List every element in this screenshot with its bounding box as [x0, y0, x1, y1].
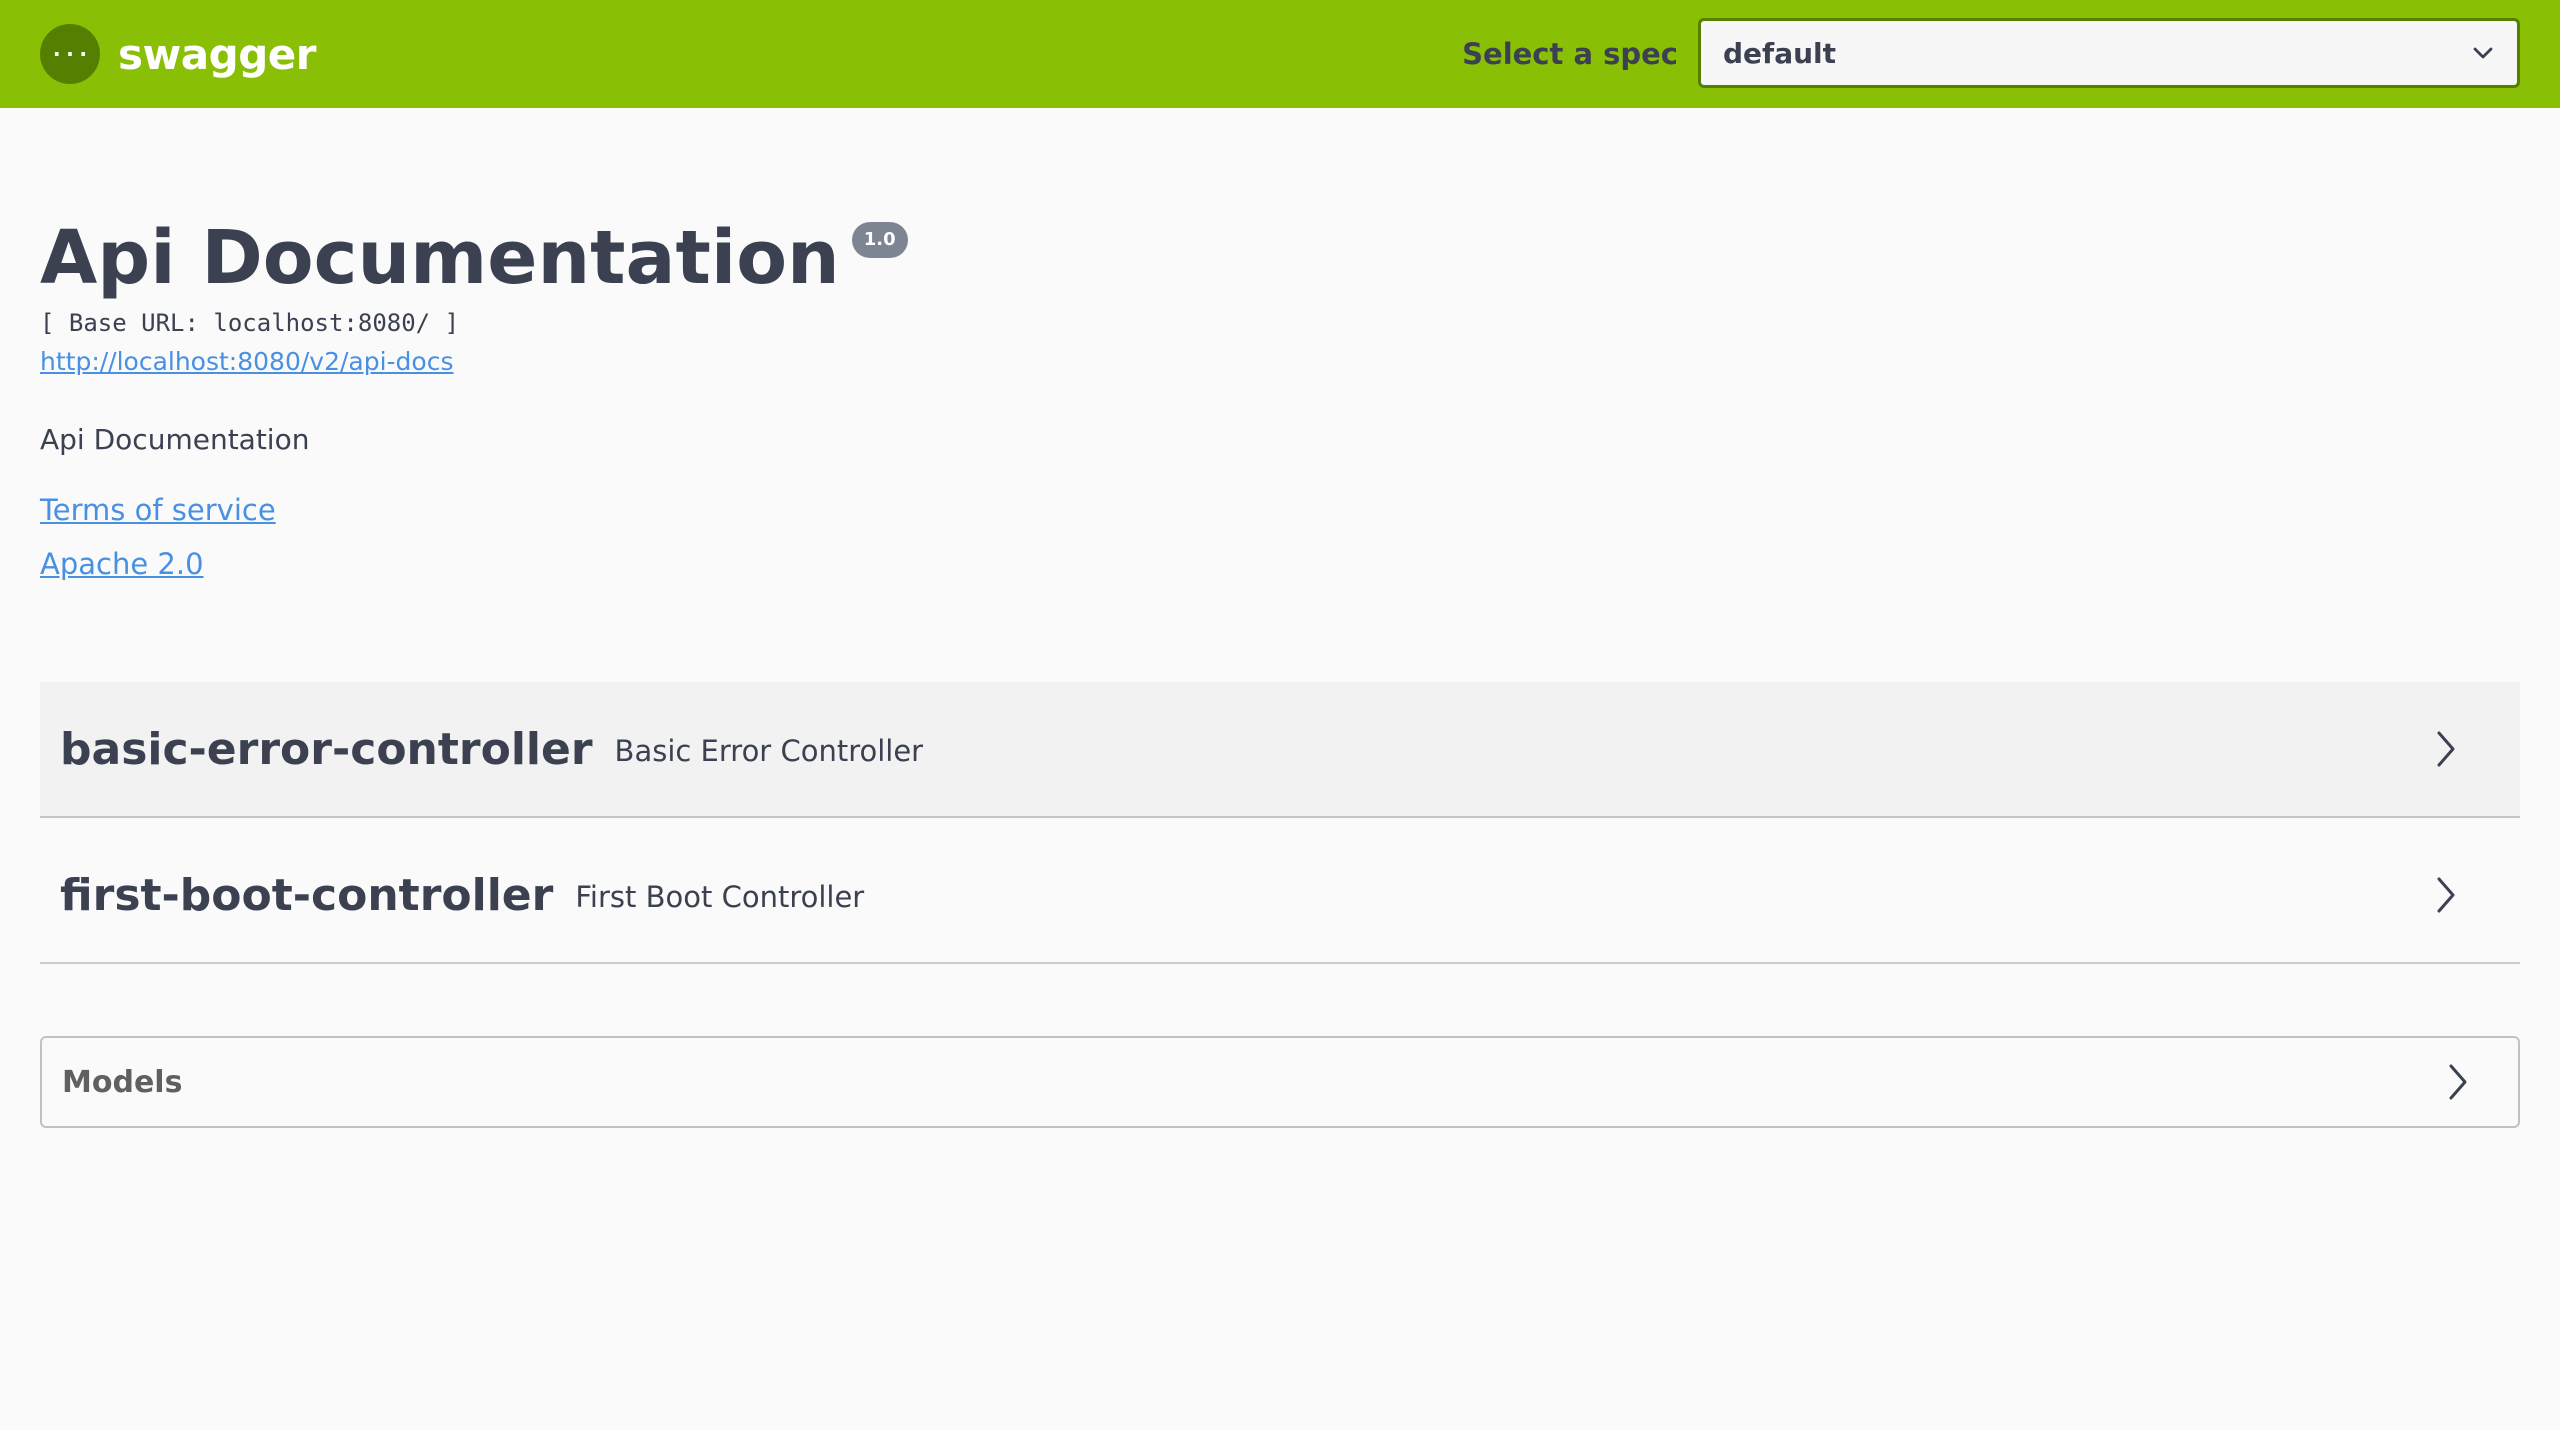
title-row: Api Documentation 1.0: [40, 210, 2520, 306]
svg-text:{···}: {···}: [50, 43, 90, 68]
api-docs-link[interactable]: http://localhost:8080/v2/api-docs: [40, 344, 454, 380]
chevron-right-icon[interactable]: [2444, 1062, 2472, 1102]
spec-label: Select a spec: [1462, 37, 1678, 71]
spec-select[interactable]: default: [1698, 18, 2520, 88]
brand-link[interactable]: {···} swagger: [40, 24, 316, 84]
swagger-logo-icon: {···}: [40, 24, 100, 84]
terms-of-service-link[interactable]: Terms of service: [40, 490, 2520, 530]
tag-first-boot-controller[interactable]: first-boot-controller First Boot Control…: [40, 828, 2520, 964]
tag-description: Basic Error Controller: [614, 734, 924, 768]
license-link[interactable]: Apache 2.0: [40, 544, 2520, 584]
version-badge: 1.0: [851, 222, 908, 258]
tag-name: basic-error-controller: [60, 723, 593, 775]
models-title: Models: [62, 1064, 183, 1100]
chevron-down-icon: [2473, 47, 2493, 59]
base-url: [ Base URL: localhost:8080/ ]: [40, 309, 460, 337]
topbar: {···} swagger Select a spec default: [0, 0, 2560, 108]
models-section[interactable]: Models: [40, 1036, 2520, 1128]
spec-select-value: default: [1723, 36, 1837, 70]
chevron-right-icon[interactable]: [2432, 729, 2460, 769]
tag-description: First Boot Controller: [575, 880, 865, 914]
info-section: Api Documentation 1.0 [ Base URL: localh…: [40, 210, 2520, 584]
brand-name: swagger: [118, 29, 316, 79]
chevron-right-icon[interactable]: [2432, 875, 2460, 915]
swagger-braces-icon: {···}: [50, 43, 90, 68]
api-description: Api Documentation: [40, 423, 310, 456]
page-title: Api Documentation: [40, 215, 840, 301]
tag-basic-error-controller[interactable]: basic-error-controller Basic Error Contr…: [40, 682, 2520, 818]
tag-name: first-boot-controller: [60, 869, 554, 921]
